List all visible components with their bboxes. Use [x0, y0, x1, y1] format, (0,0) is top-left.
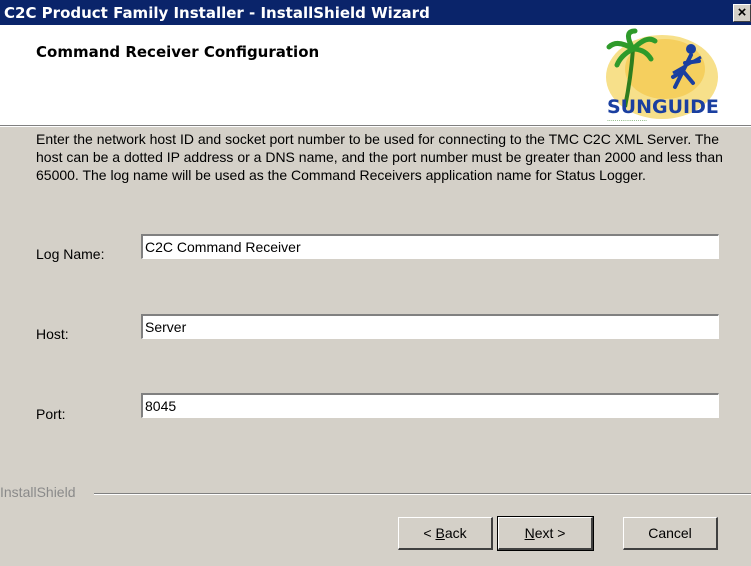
logo-text: SUNGUIDE — [607, 96, 719, 118]
title-bar: C2C Product Family Installer - InstallSh… — [0, 0, 751, 25]
window-title: C2C Product Family Installer - InstallSh… — [4, 4, 430, 22]
close-button[interactable]: × — [733, 4, 751, 22]
port-label: Port: — [36, 406, 66, 422]
port-field[interactable] — [141, 393, 719, 418]
sunguide-logo: SUNGUIDE ..................... — [606, 28, 719, 122]
back-accel: B — [435, 525, 445, 541]
header-divider — [0, 126, 751, 127]
footer-divider — [94, 493, 751, 495]
back-rest: ack — [444, 525, 467, 541]
host-label: Host: — [36, 326, 69, 342]
installshield-brand: InstallShield — [0, 484, 76, 500]
back-prefix: < — [423, 525, 436, 541]
svg-text:.....................: ..................... — [607, 116, 647, 122]
host-field[interactable] — [141, 314, 719, 339]
log-name-field[interactable] — [141, 234, 719, 259]
back-button[interactable]: < Back — [398, 517, 493, 550]
cancel-button[interactable]: Cancel — [623, 517, 718, 550]
next-accel: N — [524, 525, 535, 541]
wizard-header: Command Receiver Configuration SUNGUIDE … — [0, 25, 751, 126]
page-title: Command Receiver Configuration — [36, 43, 320, 61]
log-name-label: Log Name: — [36, 246, 105, 262]
next-rest: ext > — [534, 525, 566, 541]
instructions-text: Enter the network host ID and socket por… — [36, 131, 723, 183]
next-button[interactable]: Next > — [497, 516, 594, 551]
